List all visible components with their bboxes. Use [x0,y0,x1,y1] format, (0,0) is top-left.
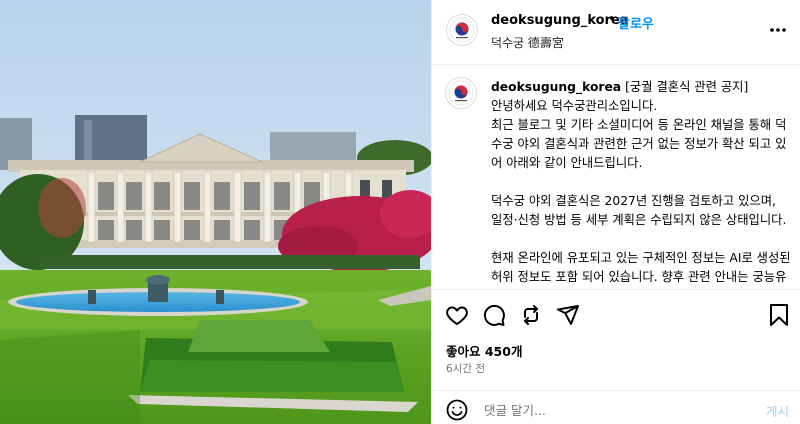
taegeuk-logo-icon [449,17,475,43]
caption-line: 안녕하세요 덕수궁관리소입니다. [491,99,658,113]
caption-title: [궁궐 결혼식 관련 공지] [625,80,749,94]
post-detail-panel: deoksugung_korea • 팔로우 덕수궁 德壽宮 deoksugun… [431,0,800,424]
comment-input[interactable] [484,400,744,420]
emoji-smile-icon[interactable] [446,399,468,421]
post-photo[interactable] [0,0,431,424]
caption-text: deoksugung_korea [궁궐 결혼식 관련 공지] 안녕하세요 덕수궁… [491,78,791,289]
caption-line: 최근 블로그 및 기타 소셜미디어 등 온라인 채널을 통해 덕수궁 야외 결혼… [491,118,787,170]
post-timestamp[interactable]: 6시간 전 [446,361,485,376]
action-bar [432,289,800,339]
bookmark-icon[interactable] [766,302,792,328]
caption-line: 덕수궁 야외 결혼식은 2027년 진행을 검토하고 있으며, 일정·신청 방법… [491,194,787,227]
heart-icon[interactable] [444,302,470,328]
paper-plane-icon[interactable] [555,302,581,328]
location-link[interactable]: 덕수궁 德壽宮 [491,34,564,51]
caption-section: deoksugung_korea [궁궐 결혼식 관련 공지] 안녕하세요 덕수궁… [432,66,800,289]
caption-username[interactable]: deoksugung_korea [491,80,621,94]
palace-photo-illustration [0,0,431,424]
follow-button[interactable]: 팔로우 [618,13,654,32]
caption-line: 현재 온라인에 유포되고 있는 구체적인 정보는 AI로 생성된 허위 정보도 … [491,251,791,284]
profile-avatar[interactable] [446,14,478,46]
repost-icon[interactable] [518,302,544,328]
more-options-icon[interactable] [768,20,788,40]
separator-dot: • [608,12,616,27]
taegeuk-logo-icon [448,80,474,106]
comment-bar: 게시 [432,390,800,424]
post-header: deoksugung_korea • 팔로우 덕수궁 德壽宮 [432,0,800,65]
likes-count[interactable]: 좋아요 450개 [446,341,522,360]
post-comment-button[interactable]: 게시 [766,401,789,420]
comment-bubble-icon[interactable] [481,302,507,328]
caption-avatar[interactable] [445,77,477,109]
